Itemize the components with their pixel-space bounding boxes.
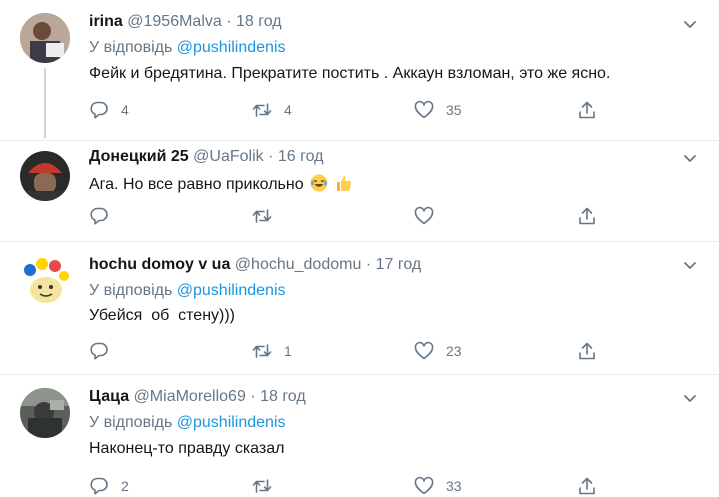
share-icon bbox=[579, 101, 595, 119]
timestamp[interactable]: 16 год bbox=[278, 148, 324, 165]
share-button[interactable] bbox=[577, 340, 597, 362]
user-name[interactable]: hochu domoy v ua bbox=[89, 256, 230, 273]
retweet-count: 4 bbox=[284, 102, 292, 118]
reply-icon bbox=[90, 342, 108, 360]
share-icon bbox=[579, 477, 595, 495]
reply-mention-link[interactable]: @pushilindenis bbox=[177, 282, 286, 299]
retweet-icon bbox=[252, 209, 272, 223]
reply-prefix: У відповідь bbox=[89, 282, 173, 299]
share-button[interactable] bbox=[577, 475, 597, 497]
avatar[interactable] bbox=[20, 388, 70, 438]
tweet-text: Наконец-то правду сказал bbox=[89, 440, 285, 457]
retweet-icon bbox=[252, 344, 272, 358]
tweet-actions: 1 23 bbox=[89, 340, 609, 362]
reply-icon bbox=[90, 477, 108, 495]
reply-mention-link[interactable]: @pushilindenis bbox=[177, 414, 286, 431]
reply-context: У відповідь @pushilindenis bbox=[89, 414, 286, 432]
reply-count: 4 bbox=[121, 102, 129, 118]
share-button[interactable] bbox=[577, 205, 597, 227]
user-handle[interactable]: @UaFolik bbox=[193, 148, 263, 165]
reply-button[interactable] bbox=[89, 205, 121, 227]
tweet-header: irina @1956Malva · 18 год bbox=[89, 13, 282, 31]
share-icon bbox=[579, 342, 595, 360]
avatar[interactable] bbox=[20, 256, 70, 306]
tweet-text: Фейк и бредятина. Прекратите постить . А… bbox=[89, 65, 611, 82]
share-button[interactable] bbox=[577, 99, 597, 121]
heart-icon bbox=[414, 476, 434, 495]
tweet-text: Ага. Но все равно прикольно bbox=[89, 176, 304, 193]
reply-mention-link[interactable]: @pushilindenis bbox=[177, 39, 286, 56]
tweet-actions: 2 33 bbox=[89, 475, 609, 497]
tweet-4[interactable]: Цаца @MiaMorello69 · 18 год У відповідь … bbox=[0, 375, 719, 495]
reply-prefix: У відповідь bbox=[89, 414, 173, 431]
tweet-actions: 4 4 35 bbox=[89, 99, 609, 121]
like-count: 23 bbox=[446, 343, 462, 359]
tweet-text-line: Ага. Но все равно прикольно bbox=[89, 174, 353, 194]
tweet-text: Убейся об стену))) bbox=[89, 307, 236, 324]
tweet-header: hochu domoy v ua @hochu_dodomu · 17 год bbox=[89, 256, 421, 274]
separator-dot: · bbox=[268, 148, 274, 165]
chevron-down-icon[interactable] bbox=[682, 150, 698, 166]
reply-context: У відповідь @pushilindenis bbox=[89, 282, 286, 300]
timestamp[interactable]: 18 год bbox=[236, 13, 282, 30]
like-button[interactable]: 35 bbox=[414, 99, 462, 121]
heart-icon bbox=[414, 206, 434, 225]
retweet-button[interactable] bbox=[252, 475, 284, 497]
user-name[interactable]: irina bbox=[89, 13, 123, 30]
like-count: 35 bbox=[446, 102, 462, 118]
thread-line bbox=[44, 68, 46, 138]
reply-icon bbox=[90, 207, 108, 225]
chevron-down-icon[interactable] bbox=[682, 390, 698, 406]
like-count: 33 bbox=[446, 478, 462, 494]
reply-context: У відповідь @pushilindenis bbox=[89, 39, 286, 57]
timestamp[interactable]: 18 год bbox=[260, 388, 306, 405]
user-name[interactable]: Цаца bbox=[89, 388, 129, 405]
separator-dot: · bbox=[250, 388, 256, 405]
separator-dot: · bbox=[365, 256, 372, 273]
user-name[interactable]: Донецкий 25 bbox=[89, 148, 189, 165]
reply-count: 2 bbox=[121, 478, 129, 494]
retweet-button[interactable]: 1 bbox=[252, 340, 292, 362]
timestamp[interactable]: 17 год bbox=[376, 256, 422, 273]
thumbs-up-icon bbox=[335, 174, 353, 192]
reply-button[interactable]: 4 bbox=[89, 99, 129, 121]
avatar[interactable] bbox=[20, 13, 70, 63]
tweet-actions bbox=[89, 205, 609, 227]
reply-prefix: У відповідь bbox=[89, 39, 173, 56]
share-icon bbox=[579, 207, 595, 225]
retweet-icon bbox=[252, 479, 272, 493]
user-handle[interactable]: @hochu_dodomu bbox=[235, 256, 362, 273]
like-button[interactable]: 33 bbox=[414, 475, 462, 497]
avatar[interactable] bbox=[20, 151, 70, 201]
like-button[interactable] bbox=[414, 205, 446, 227]
retweet-button[interactable] bbox=[252, 205, 284, 227]
face-with-tears-of-joy-icon bbox=[310, 174, 328, 192]
tweet-header: Донецкий 25 @UaFolik · 16 год bbox=[89, 148, 323, 166]
tweet-header: Цаца @MiaMorello69 · 18 год bbox=[89, 388, 306, 406]
heart-icon bbox=[414, 341, 434, 360]
reply-button[interactable]: 2 bbox=[89, 475, 129, 497]
tweet-3[interactable]: hochu domoy v ua @hochu_dodomu · 17 год … bbox=[0, 242, 719, 374]
user-handle[interactable]: @MiaMorello69 bbox=[134, 388, 246, 405]
reply-icon bbox=[90, 101, 108, 119]
tweet-1[interactable]: irina @1956Malva · 18 год У відповідь @p… bbox=[0, 0, 719, 141]
heart-icon bbox=[414, 100, 434, 119]
retweet-icon bbox=[252, 103, 272, 117]
reply-button[interactable] bbox=[89, 340, 121, 362]
separator-dot: · bbox=[226, 13, 232, 30]
tweet-2[interactable]: Донецкий 25 @UaFolik · 16 год Ага. Но вс… bbox=[0, 141, 719, 241]
like-button[interactable]: 23 bbox=[414, 340, 462, 362]
retweet-button[interactable]: 4 bbox=[252, 99, 292, 121]
chevron-down-icon[interactable] bbox=[682, 257, 698, 273]
retweet-count: 1 bbox=[284, 343, 292, 359]
chevron-down-icon[interactable] bbox=[682, 16, 698, 32]
user-handle[interactable]: @1956Malva bbox=[127, 13, 222, 30]
